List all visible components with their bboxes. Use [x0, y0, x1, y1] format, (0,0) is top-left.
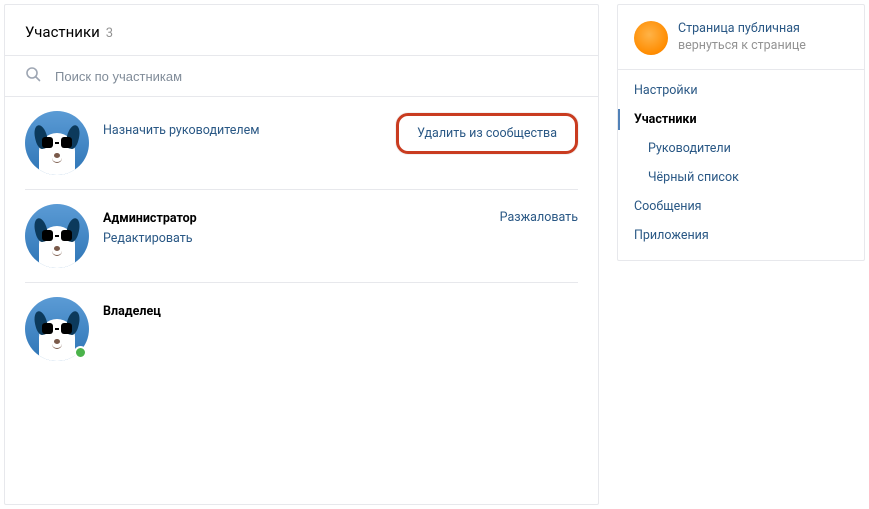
- avatar[interactable]: [25, 204, 89, 268]
- avatar[interactable]: [25, 297, 89, 361]
- sidebar: Страница публичная вернуться к странице …: [617, 4, 865, 505]
- members-panel: Участники 3 Назначить руководителем Уд: [4, 4, 599, 505]
- community-title-link[interactable]: Страница публичная: [678, 21, 806, 36]
- sidebar-item-apps[interactable]: Приложения: [618, 221, 864, 250]
- community-avatar[interactable]: [634, 21, 668, 55]
- members-list: Назначить руководителем Удалить из сообщ…: [5, 97, 598, 375]
- member-row: Владелец: [25, 283, 578, 375]
- search-icon: [25, 66, 41, 86]
- back-to-page-link[interactable]: вернуться к странице: [678, 38, 806, 53]
- page-title: Участники: [25, 23, 100, 41]
- panel-header: Участники 3: [5, 5, 598, 56]
- community-card: Страница публичная вернуться к странице: [618, 5, 864, 70]
- search-input[interactable]: [55, 69, 578, 84]
- edit-manager-link[interactable]: Редактировать: [103, 231, 486, 246]
- member-role: Администратор: [103, 211, 486, 226]
- sidebar-item-blacklist[interactable]: Чёрный список: [618, 163, 864, 192]
- demote-link[interactable]: Разжаловать: [500, 210, 578, 225]
- search-row: [5, 56, 598, 97]
- member-role: Владелец: [103, 304, 564, 319]
- members-count: 3: [106, 26, 113, 41]
- sidebar-nav: Настройки Участники Руководители Чёрный …: [618, 70, 864, 250]
- online-indicator-icon: [74, 346, 87, 359]
- sidebar-item-messages[interactable]: Сообщения: [618, 192, 864, 221]
- member-row: Администратор Редактировать Разжаловать: [25, 190, 578, 283]
- avatar[interactable]: [25, 111, 89, 175]
- member-row: Назначить руководителем Удалить из сообщ…: [25, 97, 578, 190]
- sidebar-item-members[interactable]: Участники: [618, 105, 864, 134]
- remove-from-community-link[interactable]: Удалить из сообщества: [396, 113, 578, 154]
- assign-manager-link[interactable]: Назначить руководителем: [103, 123, 382, 138]
- sidebar-item-managers[interactable]: Руководители: [618, 134, 864, 163]
- sidebar-item-settings[interactable]: Настройки: [618, 76, 864, 105]
